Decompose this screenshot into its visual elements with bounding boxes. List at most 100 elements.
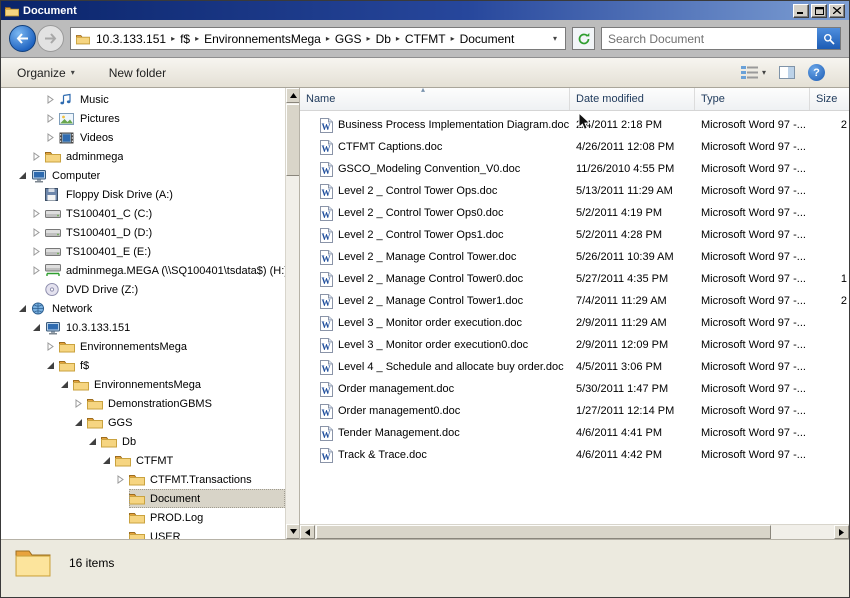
tree-collapsed-arrow-icon[interactable] [32,152,45,161]
file-row[interactable]: WBusiness Process Implementation Diagram… [300,114,849,136]
tree-item[interactable]: Pictures [1,109,285,128]
breadcrumb-item[interactable]: Db [374,32,393,46]
tree-item[interactable]: Computer [1,166,285,185]
tree-item[interactable]: CTFMT.Transactions [1,470,285,489]
file-row[interactable]: WLevel 2 _ Control Tower Ops.doc5/13/201… [300,180,849,202]
breadcrumb-item[interactable]: GGS [333,32,364,46]
breadcrumb-item[interactable]: 10.3.133.151 [94,32,168,46]
file-name-cell[interactable]: WLevel 3 _ Monitor order execution0.doc [300,338,570,353]
breadcrumb-bar[interactable]: 10.3.133.151▸f$▸EnvironnementsMega▸GGS▸D… [70,27,566,50]
tree-item[interactable]: EnvironnementsMega [1,375,285,394]
tree-item[interactable]: CTFMT [1,451,285,470]
breadcrumb-separator-icon[interactable]: ▸ [168,34,178,43]
breadcrumb-separator-icon[interactable]: ▸ [192,34,202,43]
tree-collapsed-arrow-icon[interactable] [116,475,129,484]
tree-item[interactable]: DVD Drive (Z:) [1,280,285,299]
tree-collapsed-arrow-icon[interactable] [74,399,87,408]
file-row[interactable]: WGSCO_Modeling Convention_V0.doc11/26/20… [300,158,849,180]
tree-item[interactable]: adminmega [1,147,285,166]
scroll-down-button[interactable] [286,524,300,539]
help-button[interactable]: ? [808,64,825,81]
breadcrumb-item[interactable]: EnvironnementsMega [202,32,323,46]
views-button[interactable]: ▾ [741,66,766,79]
tree-item[interactable]: adminmega.MEGA (\\SQ100401\tsdata$) (H:) [1,261,285,280]
search-input[interactable] [602,32,817,46]
breadcrumb-item[interactable]: f$ [178,32,192,46]
file-row[interactable]: WTrack & Trace.doc4/6/2011 4:42 PMMicros… [300,444,849,466]
tree-item[interactable]: Document [1,489,285,508]
tree-item[interactable]: Videos [1,128,285,147]
breadcrumb-separator-icon[interactable]: ▸ [364,34,374,43]
minimize-button[interactable] [793,4,809,18]
file-name-cell[interactable]: WLevel 4 _ Schedule and allocate buy ord… [300,360,570,375]
file-row[interactable]: WOrder management.doc5/30/2011 1:47 PMMi… [300,378,849,400]
tree-item[interactable]: PROD.Log [1,508,285,527]
vertical-scroll-thumb[interactable] [286,104,300,176]
tree-item[interactable]: USER [1,527,285,539]
file-name-cell[interactable]: WBusiness Process Implementation Diagram… [300,118,570,133]
file-name-cell[interactable]: WLevel 2 _ Manage Control Tower.doc [300,250,570,265]
file-row[interactable]: WCTFMT Captions.doc4/26/2011 12:08 PMMic… [300,136,849,158]
tree-collapsed-arrow-icon[interactable] [46,95,59,104]
tree-expanded-arrow-icon[interactable] [60,380,73,389]
breadcrumb-item[interactable]: Document [458,32,517,46]
tree-expanded-arrow-icon[interactable] [18,304,31,313]
file-name-cell[interactable]: WGSCO_Modeling Convention_V0.doc [300,162,570,177]
column-header-size[interactable]: Size [810,88,849,110]
tree-collapsed-arrow-icon[interactable] [46,114,59,123]
tree-item[interactable]: f$ [1,356,285,375]
tree-expanded-arrow-icon[interactable] [88,437,101,446]
tree-item[interactable]: TS100401_C (C:) [1,204,285,223]
tree-collapsed-arrow-icon[interactable] [32,266,45,275]
tree-expanded-arrow-icon[interactable] [102,456,115,465]
column-header-name[interactable]: Name▴ [300,88,570,110]
file-name-cell[interactable]: WLevel 3 _ Monitor order execution.doc [300,316,570,331]
tree-item[interactable]: Db [1,432,285,451]
search-button[interactable] [817,28,840,49]
file-row[interactable]: WLevel 4 _ Schedule and allocate buy ord… [300,356,849,378]
file-name-cell[interactable]: WTrack & Trace.doc [300,448,570,463]
tree-item[interactable]: DemonstrationGBMS [1,394,285,413]
tree-item[interactable]: Floppy Disk Drive (A:) [1,185,285,204]
scroll-left-button[interactable] [300,525,315,539]
tree-expanded-arrow-icon[interactable] [18,171,31,180]
tree-item[interactable]: Music [1,90,285,109]
file-row[interactable]: WLevel 3 _ Monitor order execution.doc2/… [300,312,849,334]
tree-item[interactable]: TS100401_D (D:) [1,223,285,242]
file-row[interactable]: WTender Management.doc4/6/2011 4:41 PMMi… [300,422,849,444]
file-name-cell[interactable]: WLevel 2 _ Control Tower Ops1.doc [300,228,570,243]
breadcrumb-separator-icon[interactable]: ▸ [393,34,403,43]
file-name-cell[interactable]: WLevel 2 _ Manage Control Tower0.doc [300,272,570,287]
tree-expanded-arrow-icon[interactable] [32,323,45,332]
tree-expanded-arrow-icon[interactable] [74,418,87,427]
file-name-cell[interactable]: WOrder management.doc [300,382,570,397]
file-row[interactable]: WOrder management0.doc1/27/2011 12:14 PM… [300,400,849,422]
column-header-date-modified[interactable]: Date modified [570,88,695,110]
tree-item[interactable]: 10.3.133.151 [1,318,285,337]
breadcrumb-separator-icon[interactable]: ▸ [448,34,458,43]
tree-vertical-scrollbar[interactable] [285,88,299,539]
back-button[interactable] [9,25,36,52]
tree-item[interactable]: Network [1,299,285,318]
tree-collapsed-arrow-icon[interactable] [32,247,45,256]
file-row[interactable]: WLevel 2 _ Manage Control Tower.doc5/26/… [300,246,849,268]
file-row[interactable]: WLevel 2 _ Control Tower Ops1.doc5/2/201… [300,224,849,246]
tree-collapsed-arrow-icon[interactable] [32,228,45,237]
file-name-cell[interactable]: WOrder management0.doc [300,404,570,419]
file-name-cell[interactable]: WTender Management.doc [300,426,570,441]
file-row[interactable]: WLevel 3 _ Monitor order execution0.doc2… [300,334,849,356]
tree-item[interactable]: EnvironnementsMega [1,337,285,356]
breadcrumb-item[interactable]: CTFMT [403,32,448,46]
tree-item[interactable]: TS100401_E (E:) [1,242,285,261]
tree-collapsed-arrow-icon[interactable] [46,133,59,142]
horizontal-scroll-thumb[interactable] [316,525,771,539]
close-button[interactable] [829,4,845,18]
preview-pane-button[interactable] [779,66,795,79]
tree-collapsed-arrow-icon[interactable] [46,342,59,351]
column-header-type[interactable]: Type [695,88,810,110]
file-name-cell[interactable]: WLevel 2 _ Control Tower Ops0.doc [300,206,570,221]
breadcrumb-separator-icon[interactable]: ▸ [323,34,333,43]
file-name-cell[interactable]: WCTFMT Captions.doc [300,140,570,155]
scroll-up-button[interactable] [286,88,300,103]
breadcrumb-dropdown-icon[interactable]: ▾ [550,34,560,43]
